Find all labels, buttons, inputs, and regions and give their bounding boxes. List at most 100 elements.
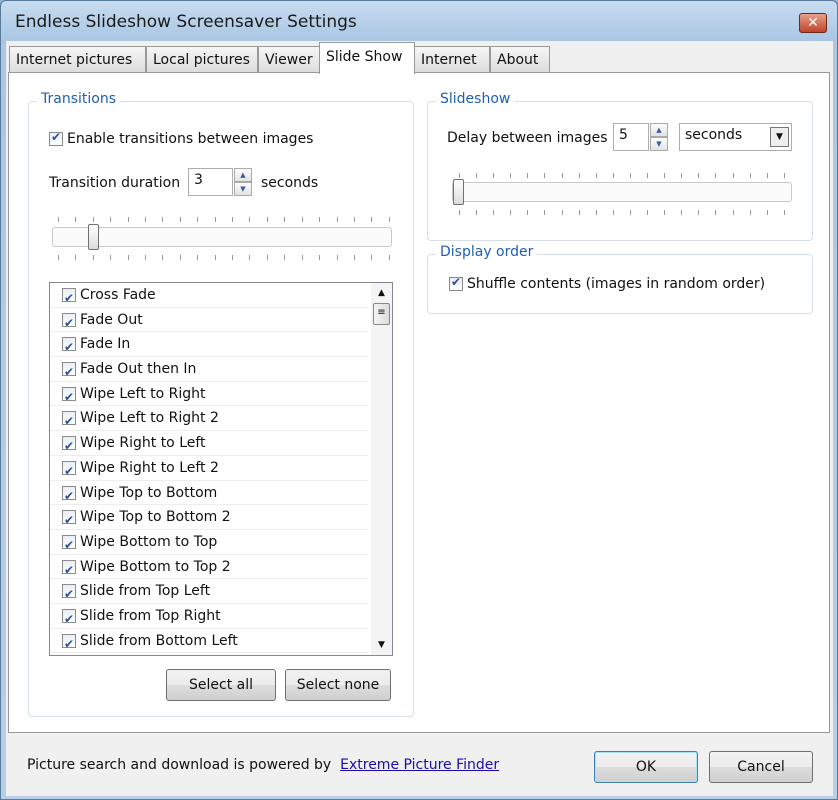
delay-label: Delay between images <box>447 130 608 146</box>
tick-mark <box>301 217 303 222</box>
tick-mark <box>388 217 390 222</box>
tick-mark <box>214 217 216 222</box>
tab-viewer[interactable]: Viewer <box>258 46 320 73</box>
transition-item[interactable]: Wipe Bottom to Top 2 <box>50 555 368 582</box>
tick-mark <box>92 217 94 222</box>
shuffle-label: Shuffle contents (images in random order… <box>467 276 766 292</box>
slideshow-group: Slideshow <box>427 91 813 241</box>
checkbox-checked-icon <box>62 459 76 483</box>
transitions-list: Cross Fade Fade Out Fade In Fade Out then I… <box>49 282 393 656</box>
tick-mark <box>249 217 251 222</box>
slider-ticks-bottom <box>459 210 785 216</box>
tab-local-pictures[interactable]: Local pictures <box>146 46 258 73</box>
spin-down-icon[interactable]: ▼ <box>650 137 668 151</box>
tick-mark <box>715 173 717 178</box>
checkbox-checked-icon <box>62 286 76 310</box>
transition-item-label: Cross Fade <box>80 287 156 303</box>
slider-ticks-top <box>58 217 390 223</box>
tick-mark <box>732 210 734 215</box>
tick-mark <box>612 173 614 178</box>
transition-item[interactable]: Fade Out then In <box>50 357 368 384</box>
shuffle-checkbox[interactable]: Shuffle contents (images in random order… <box>449 275 766 292</box>
spin-up-icon[interactable]: ▲ <box>650 123 668 137</box>
ok-button[interactable]: OK <box>594 751 698 783</box>
transition-item[interactable]: Cross Fade <box>50 283 368 310</box>
tick-mark <box>510 210 512 215</box>
tick-mark <box>647 173 649 178</box>
transition-item[interactable]: Slide from Bottom Left <box>50 629 368 655</box>
transition-duration-input[interactable]: 3 <box>188 168 233 196</box>
tick-mark <box>110 217 112 222</box>
scroll-thumb[interactable]: ≡ <box>373 303 390 325</box>
tick-mark <box>476 173 478 178</box>
tick-mark <box>266 255 268 260</box>
chevron-down-icon[interactable]: ▼ <box>770 127 789 147</box>
delay-unit-select[interactable]: seconds ▼ <box>679 123 792 151</box>
tab-internet[interactable]: Internet <box>414 46 490 73</box>
tick-mark <box>664 210 666 215</box>
scroll-down-icon[interactable]: ▼ <box>371 635 392 655</box>
tab-about[interactable]: About <box>490 46 550 73</box>
slideshow-group-label: Slideshow <box>436 91 515 107</box>
tick-mark <box>544 173 546 178</box>
transition-item-label: Wipe Bottom to Top 2 <box>80 558 231 575</box>
tick-mark <box>476 210 478 215</box>
checkbox-checked-icon <box>62 360 76 384</box>
delay-input[interactable]: 5 <box>613 123 649 151</box>
checkbox-checked-icon <box>62 385 76 409</box>
transition-duration-stepper[interactable]: ▲ ▼ <box>234 168 252 196</box>
checkbox-checked-icon <box>62 409 76 433</box>
transition-duration-slider[interactable] <box>52 227 392 247</box>
transition-item[interactable]: Wipe Top to Bottom 2 <box>50 505 368 532</box>
tick-mark <box>561 173 563 178</box>
transition-item[interactable]: Fade In <box>50 332 368 359</box>
transition-item[interactable]: Slide from Top Left <box>50 579 368 606</box>
tick-mark <box>459 173 460 178</box>
delay-stepper[interactable]: ▲ ▼ <box>650 123 668 151</box>
spin-up-icon[interactable]: ▲ <box>234 168 252 182</box>
checkbox-checked-icon <box>62 434 76 458</box>
transition-item[interactable]: Wipe Right to Left <box>50 431 368 458</box>
transition-item[interactable]: Fade Out <box>50 308 368 335</box>
delay-slider-thumb[interactable] <box>453 179 464 205</box>
list-scrollbar[interactable]: ▲ ≡ ▼ <box>371 283 392 655</box>
tick-mark <box>284 217 286 222</box>
tick-mark <box>319 255 321 260</box>
checkbox-checked-icon <box>62 533 76 557</box>
enable-transitions-label: Enable transitions between images <box>67 131 314 147</box>
transition-item[interactable]: Wipe Left to Right <box>50 382 368 409</box>
tick-mark <box>284 255 286 260</box>
select-none-button[interactable]: Select none <box>285 669 391 701</box>
spin-down-icon[interactable]: ▼ <box>234 182 252 196</box>
transition-item[interactable]: Wipe Bottom to Top <box>50 530 368 557</box>
tick-mark <box>58 255 59 260</box>
cancel-button[interactable]: Cancel <box>709 751 813 783</box>
slider-ticks-bottom <box>58 255 390 261</box>
transition-slider-thumb[interactable] <box>87 224 99 250</box>
tick-mark <box>681 210 683 215</box>
transition-item[interactable]: Wipe Top to Bottom <box>50 481 368 508</box>
tick-mark <box>595 173 597 178</box>
tab-internet-pictures[interactable]: Internet pictures <box>9 46 146 73</box>
window-title: Endless Slideshow Screensaver Settings <box>15 12 357 32</box>
enable-transitions-checkbox[interactable]: Enable transitions between images <box>49 130 314 147</box>
transition-item[interactable]: Wipe Right to Left 2 <box>50 456 368 483</box>
tick-mark <box>766 210 768 215</box>
extreme-picture-finder-link[interactable]: Extreme Picture Finder <box>340 757 499 773</box>
close-icon[interactable]: ✕ <box>799 13 827 33</box>
transition-item[interactable]: Wipe Left to Right 2 <box>50 406 368 433</box>
powered-by-label: Picture search and download is powered b… <box>27 757 332 773</box>
transition-item-label: Fade In <box>80 336 131 353</box>
tab-slide-show[interactable]: Slide Show <box>319 42 415 74</box>
delay-slider[interactable] <box>452 182 792 202</box>
tick-mark <box>301 255 303 260</box>
scroll-up-icon[interactable]: ▲ <box>371 283 392 303</box>
tick-mark <box>493 210 495 215</box>
tick-mark <box>145 217 147 222</box>
transition-item-label: Wipe Top to Bottom 2 <box>80 509 231 526</box>
transition-item[interactable]: Slide from Top Right <box>50 604 368 631</box>
select-all-button[interactable]: Select all <box>166 669 276 701</box>
tick-mark <box>732 173 734 178</box>
tick-mark <box>232 255 234 260</box>
tick-mark <box>127 217 129 222</box>
